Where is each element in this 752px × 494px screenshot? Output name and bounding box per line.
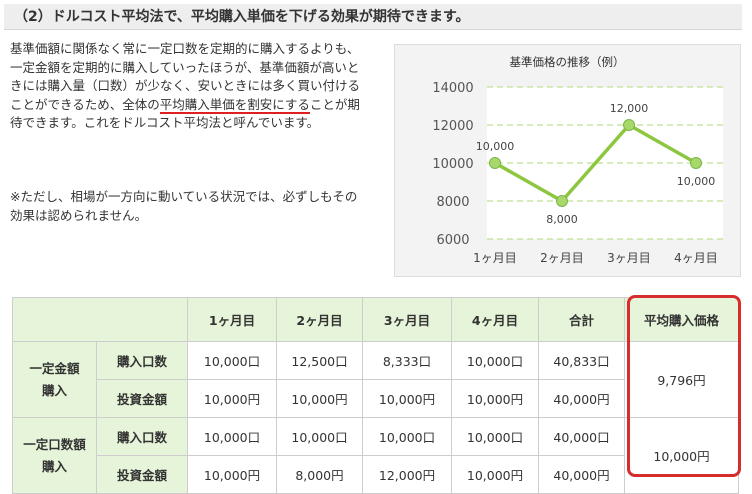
row-label: 投資金額 — [96, 379, 188, 418]
intro-text-highlight: 平均購入単価を割安にする — [159, 96, 310, 114]
table-cell: 10,000口 — [362, 417, 452, 456]
table-cell-total: 40,833口 — [538, 341, 625, 380]
y-tick-label: 10000 — [432, 157, 473, 172]
y-tick-label: 6000 — [436, 233, 469, 248]
table-cell: 10,000口 — [451, 417, 539, 456]
table-cell: 12,000円 — [362, 455, 452, 494]
table-cell: 10,000円 — [362, 379, 452, 418]
table-cell: 8,333口 — [362, 341, 452, 380]
note-paragraph: ※ただし、相場が一方向に動いている状況では、必ずしもその効果は認められません。 — [10, 189, 358, 223]
comparison-table: 1ヶ月目 2ヶ月目 3ヶ月目 4ヶ月目 合計 平均購入価格 一定金額 購入 購入口… — [12, 297, 739, 494]
header-average-price: 平均購入価格 — [624, 297, 739, 342]
data-label: 8,000 — [546, 213, 578, 226]
table-cell: 10,000口 — [276, 417, 363, 456]
table-header-row: 1ヶ月目 2ヶ月目 3ヶ月目 4ヶ月目 合計 平均購入価格 — [12, 297, 739, 342]
header-month-1: 1ヶ月目 — [187, 297, 277, 342]
table-cell-total: 40,000口 — [538, 417, 625, 456]
data-label: 10,000 — [677, 175, 716, 188]
table-cell: 10,000円 — [187, 455, 277, 494]
header-month-4: 4ヶ月目 — [451, 297, 539, 342]
group-label-fixed-amount: 一定金額 購入 — [12, 341, 97, 418]
header-month-2: 2ヶ月目 — [276, 297, 363, 342]
y-tick-label: 8000 — [436, 195, 469, 210]
average-price-fixed-amount: 9,796円 — [624, 341, 739, 418]
x-tick-label: 1ヶ月目 — [473, 251, 517, 265]
table-corner-cell — [12, 297, 188, 342]
table-cell: 10,000円 — [187, 379, 277, 418]
group-label-fixed-units: 一定口数額 購入 — [12, 417, 97, 494]
table-cell-total: 40,000円 — [538, 455, 625, 494]
y-tick-label: 14000 — [432, 81, 473, 96]
data-point — [623, 119, 635, 131]
table-cell-total: 40,000円 — [538, 379, 625, 418]
table-cell: 10,000口 — [187, 341, 277, 380]
table-row: 一定口数額 購入 購入口数 10,000口 10,000口 10,000口 10,… — [12, 417, 739, 494]
intro-paragraph: 基準価額に関係なく常に一定口数を定期的に購入するよりも、一定金額を定期的に購入し… — [10, 40, 368, 133]
table-cell: 12,500口 — [276, 341, 363, 380]
table-cell: 10,000円 — [451, 455, 539, 494]
table-row: 一定金額 購入 購入口数 10,000口 12,500口 8,333口 10,00… — [12, 341, 739, 418]
data-point — [489, 157, 501, 169]
chart-title: 基準価格の推移（例） — [510, 55, 625, 69]
y-tick-label: 12000 — [432, 119, 473, 134]
row-label: 購入口数 — [96, 417, 188, 456]
header-total: 合計 — [538, 297, 625, 342]
price-trend-chart: 基準価格の推移（例） 6000 8000 10000 12000 14000 1ヶ月目 2ヶ月… — [394, 44, 741, 277]
table-cell: 10,000口 — [187, 417, 277, 456]
data-label: 10,000 — [476, 140, 515, 153]
row-label: 投資金額 — [96, 455, 188, 494]
table-cell: 10,000円 — [276, 379, 363, 418]
row-label: 購入口数 — [96, 341, 188, 380]
data-point — [690, 157, 702, 169]
section-heading: （2）ドルコスト平均法で、平均購入単価を下げる効果が期待できます。 — [4, 4, 742, 30]
header-month-3: 3ヶ月目 — [362, 297, 452, 342]
price-trend-chart-svg: 基準価格の推移（例） 6000 8000 10000 12000 14000 1ヶ月目 2ヶ月… — [432, 55, 723, 265]
average-price-fixed-units: 10,000円 — [624, 417, 739, 494]
table-cell: 8,000円 — [276, 455, 363, 494]
data-point — [556, 195, 568, 207]
table-cell: 10,000口 — [451, 341, 539, 380]
table-cell: 10,000円 — [451, 379, 539, 418]
x-tick-label: 4ヶ月目 — [674, 251, 718, 265]
x-tick-label: 3ヶ月目 — [607, 251, 651, 265]
data-label: 12,000 — [610, 102, 649, 115]
x-tick-label: 2ヶ月目 — [540, 251, 584, 265]
